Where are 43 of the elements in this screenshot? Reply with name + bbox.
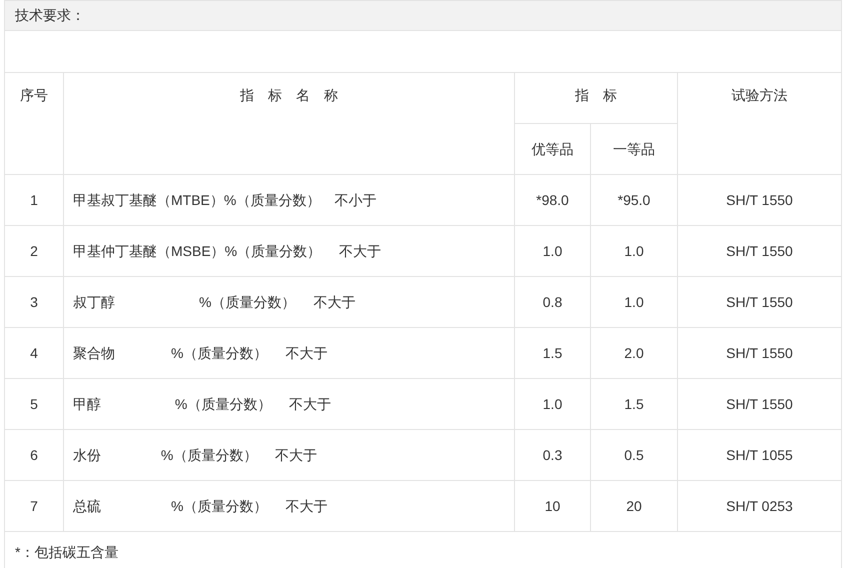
table-cell: *95.0 xyxy=(618,192,650,208)
footnote: *：包括碳五含量 xyxy=(15,542,118,562)
table-cell: 1.0 xyxy=(542,396,562,412)
table-cell: 聚合物 %（质量分数） 不大于 xyxy=(73,344,328,360)
table-cell: SH/T 1550 xyxy=(726,344,793,360)
table-cell: 3 xyxy=(30,294,38,310)
table-cell: 1.5 xyxy=(542,344,562,360)
table-cell: 水份 %（质量分数） 不大于 xyxy=(73,446,318,462)
table-cell: 1.5 xyxy=(624,396,644,412)
table-cell: 甲基仲丁基醚（MSBE）%（质量分数） 不大于 xyxy=(73,242,382,258)
column-header: 试验方法 xyxy=(732,87,788,103)
table-cell: 1.0 xyxy=(542,242,562,258)
table-cell: 1.0 xyxy=(624,294,644,310)
table-cell: 2.0 xyxy=(624,344,644,360)
table-cell: 6 xyxy=(30,446,38,462)
column-header: 指 标 xyxy=(575,87,617,103)
column-header: 指 标 名 称 xyxy=(240,87,338,103)
table-cell: 甲基叔丁基醚（MTBE）%（质量分数） 不小于 xyxy=(73,192,376,208)
table-cell: 甲醇 %（质量分数） 不大于 xyxy=(73,396,332,412)
table-cell: 1.0 xyxy=(624,242,644,258)
column-header: 序号 xyxy=(20,87,48,103)
table-cell: 7 xyxy=(30,498,38,514)
table-cell: SH/T 1550 xyxy=(726,242,793,258)
table-cell: 0.3 xyxy=(542,446,562,462)
table-cell: 10 xyxy=(544,498,560,514)
table-cell: SH/T 1055 xyxy=(726,446,793,462)
table-cell: SH/T 1550 xyxy=(726,396,793,412)
column-header: 优等品 xyxy=(532,140,574,156)
table-cell: 0.5 xyxy=(624,446,644,462)
section-title: 技术要求： xyxy=(15,6,85,25)
table-cell: 2 xyxy=(30,242,38,258)
column-header: 一等品 xyxy=(613,140,655,156)
table-cell: *98.0 xyxy=(536,192,569,208)
table-cell: 0.8 xyxy=(542,294,562,310)
table-cell: 1 xyxy=(30,192,38,208)
table-cell: 20 xyxy=(626,498,642,514)
table-cell: 总硫 %（质量分数） 不大于 xyxy=(73,498,328,514)
table-cell: SH/T 1550 xyxy=(726,192,793,208)
table-cell: 4 xyxy=(30,344,38,360)
table-cell: 叔丁醇 %（质量分数） 不大于 xyxy=(73,294,356,310)
table-cell: SH/T 0253 xyxy=(726,498,793,514)
table-cell: SH/T 1550 xyxy=(726,294,793,310)
table-cell: 5 xyxy=(30,396,38,412)
